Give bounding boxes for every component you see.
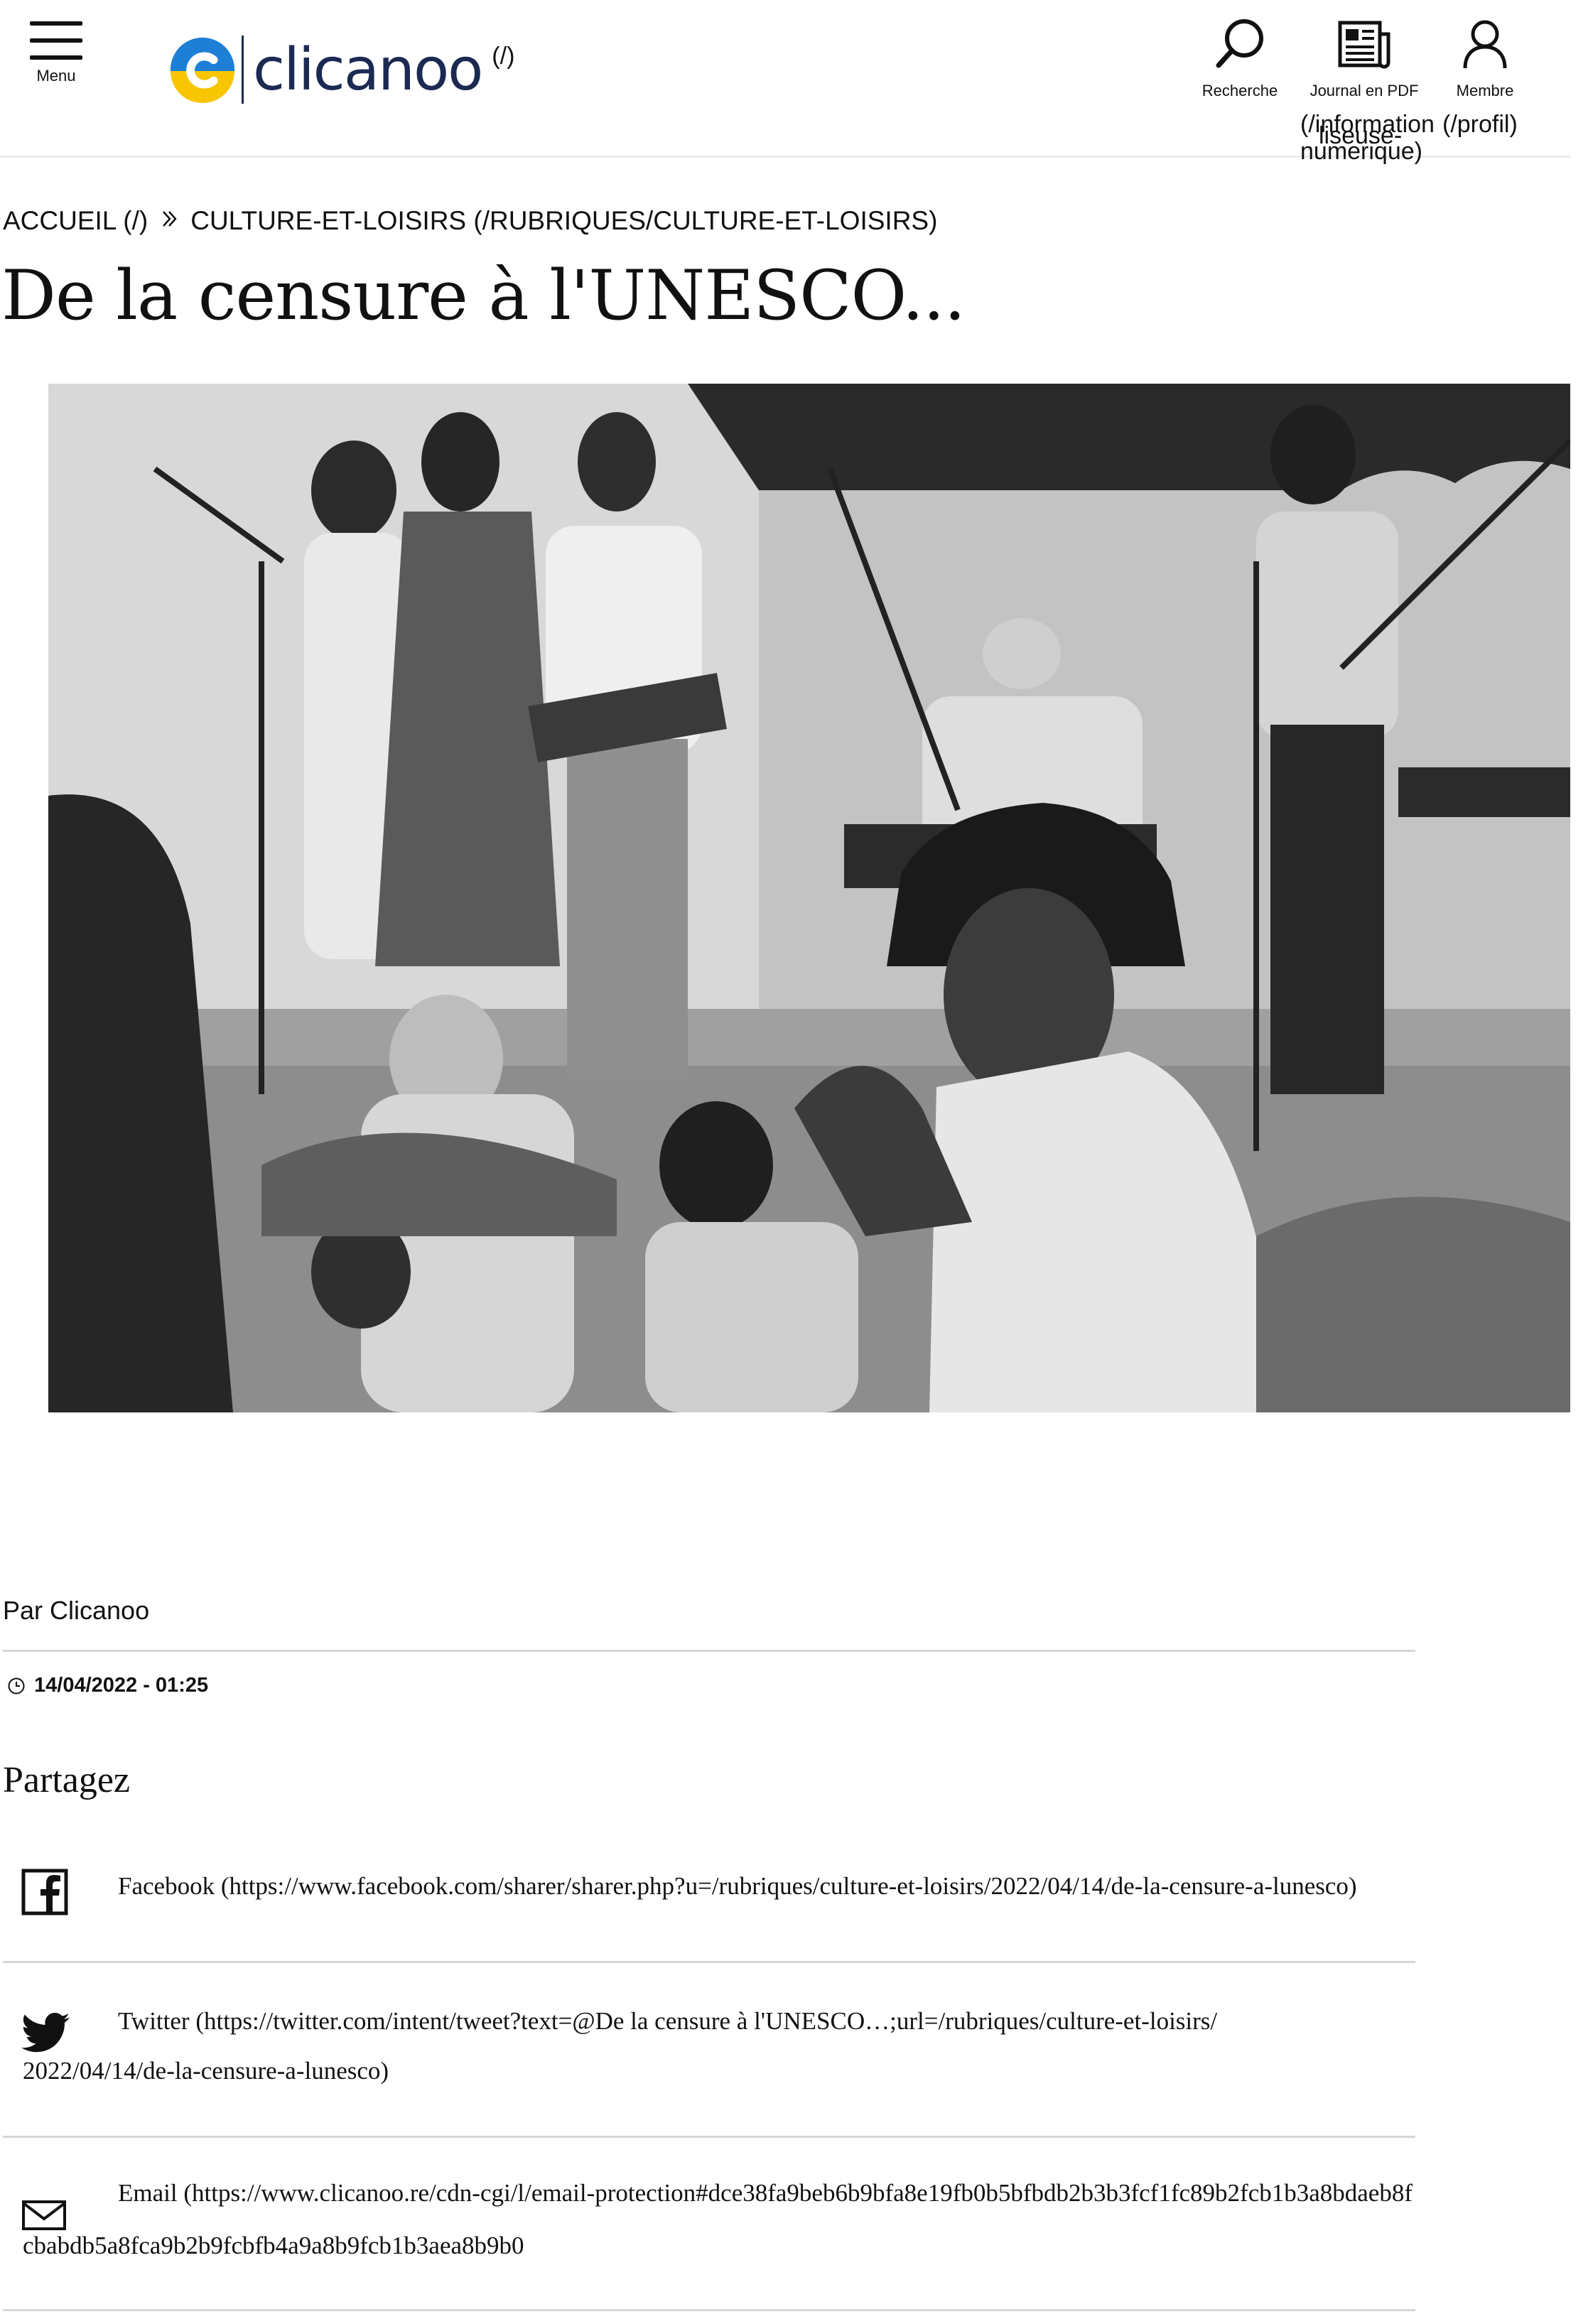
pdf-label: Journal en PDF [1310,82,1419,99]
share-twitter-link[interactable]: Twitter (https://twitter.com/intent/twee… [0,1996,1415,2096]
clock-icon [8,1677,25,1694]
divider [3,2309,1415,2311]
article-title: De la censure à l'UNESCO... [1,256,966,335]
breadcrumb: ACCUEIL (/) CULTURE-ET-LOISIRS (/RUBRIQU… [3,206,937,236]
logo-wordmark: clicanoo [253,36,483,104]
share-heading: Partagez [3,1760,131,1800]
date-text: 14/04/2022 - 01:25 [34,1674,209,1697]
share-email-text: Email (https://www.clicanoo.re/cdn-cgi/l… [23,2179,1413,2259]
site-header: Menu clicanoo (/) Recherche Journal en P… [0,0,1570,163]
member-button[interactable]: Membre [1442,16,1528,100]
share-facebook-link[interactable]: Facebook (https://www.facebook.com/share… [0,1861,1415,1915]
newspaper-icon [1338,21,1390,69]
twitter-icon [21,2012,70,2053]
article-byline: Par Clicanoo [3,1596,150,1625]
article-date: 14/04/2022 - 01:25 [7,1674,208,1697]
clicanoo-logo-icon [170,37,235,104]
pdf-journal-button[interactable]: Journal en PDF [1293,16,1435,100]
breadcrumb-section[interactable]: CULTURE-ET-LOISIRS (/RUBRIQUES/CULTURE-E… [190,206,937,236]
search-label: Recherche [1202,82,1278,99]
article-photo [48,384,1570,1412]
logo-divider [242,36,244,104]
share-twitter-text: Twitter (https://twitter.com/intent/twee… [23,2007,1218,2085]
search-icon [1216,19,1263,68]
divider [3,2136,1415,2138]
divider [3,1650,1415,1652]
share-email-link[interactable]: Email (https://www.clicanoo.re/cdn-cgi/l… [0,2167,1415,2274]
member-label: Membre [1456,82,1514,99]
menu-button[interactable]: Menu [24,20,88,85]
divider [3,1961,1415,1963]
share-facebook-text: Facebook (https://www.facebook.com/share… [118,1872,1357,1900]
mail-icon [22,2200,66,2230]
user-icon [1463,20,1507,69]
hamburger-icon [30,20,82,61]
chevron-right-icon [159,206,180,236]
menu-label: Menu [36,67,76,85]
pdf-link-text-line2[interactable]: numerique) [1300,139,1422,163]
member-link-text[interactable]: (/profil) [1442,112,1518,136]
facebook-icon [21,1869,68,1915]
site-logo[interactable]: clicanoo (/) [168,34,514,105]
logo-link-text: (/) [492,43,515,70]
search-button[interactable]: Recherche [1194,16,1286,100]
breadcrumb-home[interactable]: ACCUEIL (/) [3,206,148,236]
